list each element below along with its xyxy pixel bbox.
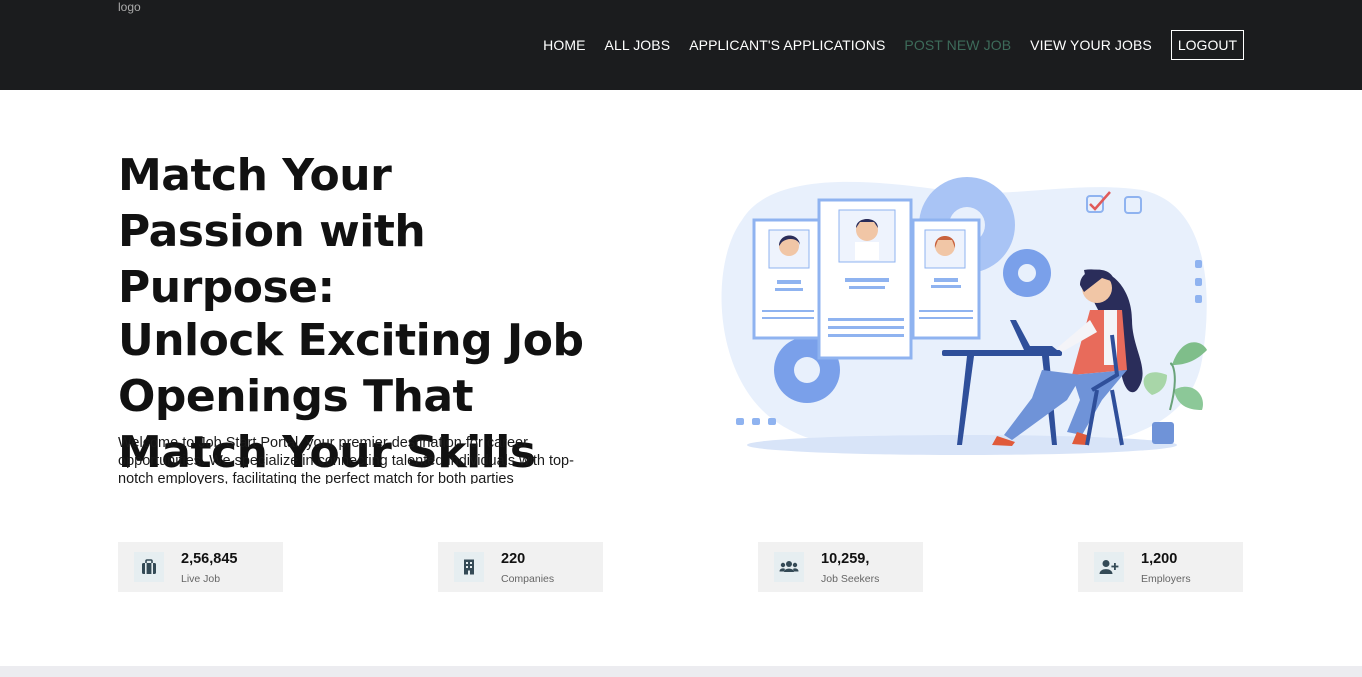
- building-icon: [454, 552, 484, 582]
- stat-job-seekers: 10,259, Job Seekers: [758, 542, 923, 592]
- stat-employers: 1,200 Employers: [1078, 542, 1243, 592]
- stat-label: Job Seekers: [821, 573, 880, 585]
- nav-applicants-applications[interactable]: APPLICANT'S APPLICATIONS: [689, 30, 885, 60]
- nav-view-your-jobs[interactable]: VIEW YOUR JOBS: [1030, 30, 1152, 60]
- nav-all-jobs[interactable]: ALL JOBS: [605, 30, 671, 60]
- stat-companies: 220 Companies: [438, 542, 603, 592]
- hero-title: Match Your Passion with Purpose: Unlock …: [118, 148, 588, 481]
- gear-small-icon: [1003, 249, 1051, 297]
- user-plus-icon: [1094, 552, 1124, 582]
- briefcase-icon: [134, 552, 164, 582]
- top-navbar: logo HOME ALL JOBS APPLICANT'S APPLICATI…: [0, 0, 1362, 90]
- users-icon: [774, 552, 804, 582]
- hero-illustration: [721, 177, 1207, 455]
- hero-description: Welcome to Job Start Portal, your premie…: [118, 435, 574, 484]
- stat-value: 2,56,845: [181, 551, 238, 567]
- nav-home[interactable]: HOME: [543, 30, 585, 60]
- stat-value: 220: [501, 551, 526, 567]
- hero-title-line1: Match Your Passion with Purpose:: [118, 150, 426, 313]
- stat-live-jobs: 2,56,845 Live Job: [118, 542, 283, 592]
- stat-value: 10,259,: [821, 551, 870, 567]
- logout-button[interactable]: LOGOUT: [1170, 30, 1244, 60]
- footer-strip: [0, 666, 1362, 677]
- stat-value: 1,200: [1141, 551, 1178, 567]
- stat-label: Employers: [1141, 573, 1191, 585]
- stat-label: Live Job: [181, 573, 221, 585]
- logo[interactable]: logo: [118, 0, 141, 14]
- stat-label: Companies: [501, 573, 555, 585]
- nav-links: HOME ALL JOBS APPLICANT'S APPLICATIONS P…: [524, 30, 1244, 60]
- nav-post-new-job[interactable]: POST NEW JOB: [904, 30, 1011, 60]
